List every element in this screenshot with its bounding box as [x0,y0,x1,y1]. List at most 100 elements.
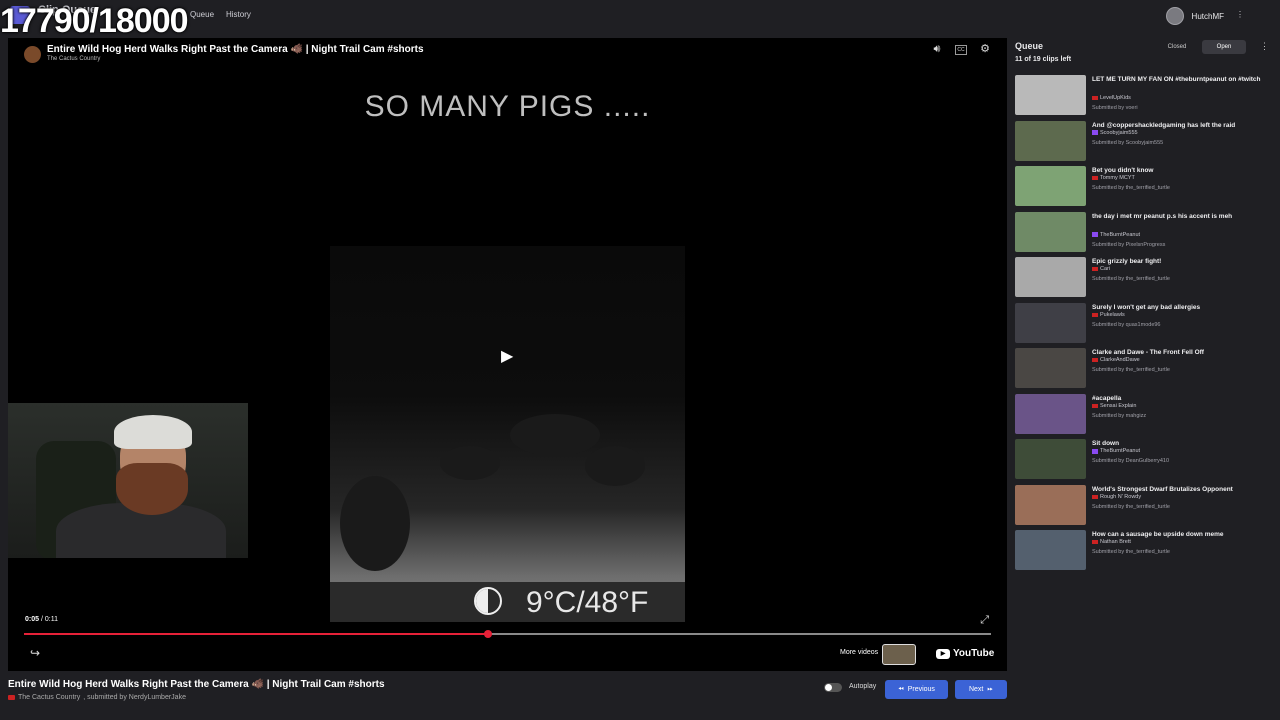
video-channel[interactable]: The Cactus Country [47,56,100,62]
captions-icon[interactable]: CC [955,45,967,55]
more-videos-thumbnail[interactable] [882,644,916,665]
queue-heading: Queue [1015,41,1044,51]
queue-item-thumbnail[interactable] [1015,302,1086,343]
queue-item-thumbnail[interactable] [1015,439,1086,479]
queue-item-title: Epic grizzly bear fight! [1092,258,1162,265]
settings-gear-icon[interactable]: ⚙︎ [979,43,991,55]
next-button[interactable]: Next ⏩︎ [955,680,1007,699]
queue-item-submitter: Submitted by the_terrified_turtle [1092,367,1170,373]
video-title[interactable]: Entire Wild Hog Herd Walks Right Past th… [47,44,424,55]
queue-item-submitter: Submitted by the_terrified_turtle [1092,503,1170,510]
share-icon[interactable]: ↪ [30,646,40,660]
trail-cam-info-bar: 9°C/48°F [330,582,685,622]
queue-item[interactable]: World's Strongest Dwarf Brutalizes Oppon… [1015,484,1270,527]
youtube-icon [1092,267,1098,271]
youtube-wordmark: YouTube [953,648,995,659]
top-bar: Clip Queue Queue History 17790/18000 Hut… [0,0,1280,40]
queue-item-submitter: Submitted by quas1mode96 [1092,321,1161,328]
queue-item-channel: LevelUpKids [1092,95,1131,101]
previous-button[interactable]: ⏪︎ Previous [885,680,948,699]
queue-item-thumbnail[interactable] [1015,211,1086,252]
youtube-logo[interactable]: ▶ YouTube [936,648,994,659]
queue-item-channel-name: LevelUpKids [1100,95,1131,101]
youtube-icon [1092,403,1098,408]
rewind-icon: ⏪︎ [898,685,904,693]
queue-item-channel-name: Pukelawls [1100,311,1125,318]
play-icon[interactable]: ▶ [501,346,513,366]
webcam-cap [114,415,192,449]
queue-item-channel: Rough N' Rowdy [1092,494,1141,500]
queue-item-submitter: Submitted by voeri [1092,105,1138,111]
youtube-icon [1092,96,1098,100]
more-videos-label[interactable]: More videos [840,649,878,656]
queue-item-channel: TheBurntPeanut [1092,448,1140,454]
queue-item-channel-name: Sensai Explain [1100,402,1137,409]
time-current: 0:05 [25,616,40,623]
queue-item[interactable]: Clarke and Dawe - The Front Fell Off Clar… [1015,348,1270,390]
youtube-icon [1092,312,1098,317]
twitch-icon [1092,448,1098,454]
queue-item-channel-name: TheBurntPeanut [1100,231,1141,238]
queue-item-channel: TheBurntPeanut [1092,232,1140,238]
queue-open-button[interactable]: Open [1202,40,1246,54]
streamer-webcam [8,403,248,558]
fast-forward-icon: ⏩︎ [987,685,993,693]
queue-closed-button[interactable]: Closed [1157,40,1197,54]
queue-item-channel-name: Rough N' Rowdy [1100,493,1142,500]
now-playing-channel[interactable]: The Cactus Country [18,694,80,701]
youtube-icon [1092,540,1098,544]
queue-item[interactable]: Bet you didn't know Tommy MCYT Submitted b… [1015,166,1270,208]
queue-item[interactable]: #acapella Sensai Explain Submitted by mahg… [1015,393,1270,436]
queue-item-thumbnail[interactable] [1015,530,1086,570]
queue-item-submitter: Submitted by the_terrified_turtle [1092,549,1170,555]
queue-item-thumbnail[interactable] [1015,393,1086,434]
queue-item-submitter: Submitted by PixelsnProgress [1092,241,1166,248]
queue-item-channel-name: Nathan Brett [1100,539,1131,545]
user-profile[interactable]: HutchMF [1165,7,1224,25]
fullscreen-icon[interactable]: ⤢ [980,614,989,627]
queue-item[interactable]: LET ME TURN MY FAN ON #theburntpeanut on… [1015,75,1270,117]
nav-history[interactable]: History [226,10,251,19]
youtube-icon [1092,494,1098,499]
queue-item-thumbnail[interactable] [1015,257,1086,297]
queue-count: 11 of 19 clips left [1015,56,1072,63]
time-total: 0:11 [44,616,58,623]
video-frame[interactable] [330,246,685,621]
queue-item-submitter: Submitted by DeanGulberry410 [1092,458,1170,464]
queue-item[interactable]: Epic grizzly bear fight! Cari Submitted by… [1015,257,1270,299]
previous-label: Previous [907,686,935,693]
queue-item-channel-name: Scoobyjaim555 [1100,129,1138,136]
queue-item-thumbnail[interactable] [1015,120,1086,161]
hog-shape [440,446,500,480]
queue-item[interactable]: the day i met mr peanut p.s his accent i… [1015,211,1270,254]
queue-item-channel: Sensai Explain [1092,403,1136,409]
nav-queue[interactable]: Queue [190,10,214,19]
autoplay-toggle[interactable] [824,683,842,692]
queue-item-thumbnail[interactable] [1015,166,1086,206]
queue-item-thumbnail[interactable] [1015,348,1086,388]
user-menu-icon[interactable]: ⋮ [1236,10,1244,19]
twitch-icon [1092,130,1098,135]
channel-avatar[interactable] [24,46,41,63]
queue-item-thumbnail[interactable] [1015,75,1086,115]
volume-icon[interactable]: 🔊︎ [931,43,943,55]
queue-item[interactable]: How can a sausage be upside down meme Nat… [1015,530,1270,572]
queue-item-channel: Tommy MCYT [1092,175,1135,181]
video-player[interactable]: Entire Wild Hog Herd Walks Right Past th… [8,38,1007,671]
avatar[interactable] [1165,7,1184,25]
queue-item-submitter: Submitted by mahgizz [1092,412,1147,419]
queue-item-thumbnail[interactable] [1015,484,1086,525]
moon-phase-icon [474,587,502,615]
hog-shape [340,476,410,571]
progress-bar[interactable] [24,630,991,638]
progress-knob[interactable] [484,630,493,638]
queue-item[interactable]: Sit down TheBurntPeanut Submitted by DeanG… [1015,439,1270,481]
queue-item[interactable]: And @coppershackledgaming has left the r… [1015,120,1270,163]
queue-item[interactable]: Surely I won't get any bad allergies Puke… [1015,302,1270,345]
queue-item-channel-name: Tommy MCYT [1100,175,1135,181]
queue-item-channel: ClarkeAndDawe [1092,357,1140,363]
youtube-platform-icon [8,695,15,700]
queue-item-channel-name: Cari [1100,266,1111,272]
webcam-beard [116,463,188,515]
queue-menu-icon[interactable]: ⋮ [1260,41,1269,52]
